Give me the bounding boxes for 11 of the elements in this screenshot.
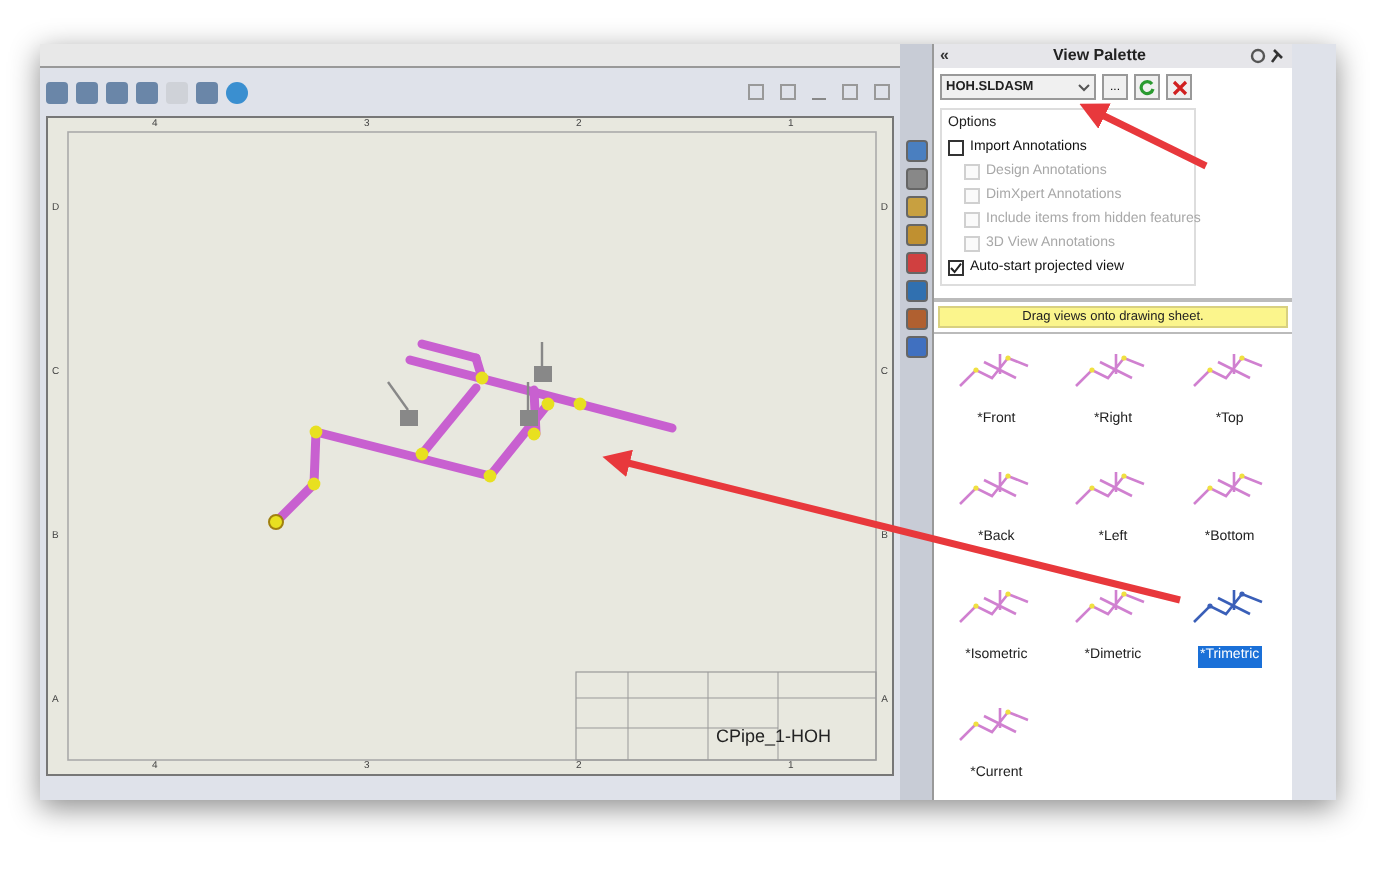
- checkmark-icon: [950, 262, 962, 275]
- globe-icon[interactable]: [226, 81, 248, 103]
- panel-title: View Palette: [1050, 44, 1148, 68]
- checkbox[interactable]: [948, 260, 964, 277]
- minimize-icon[interactable]: [812, 97, 826, 99]
- settings-icon[interactable]: [1250, 48, 1266, 64]
- drawing-name: CPipe_1-HOH: [716, 728, 832, 746]
- caret-icon: [1078, 83, 1090, 91]
- collapse-button[interactable]: «: [940, 48, 949, 64]
- checkbox[interactable]: [948, 140, 964, 157]
- pin-icon[interactable]: [1270, 48, 1286, 64]
